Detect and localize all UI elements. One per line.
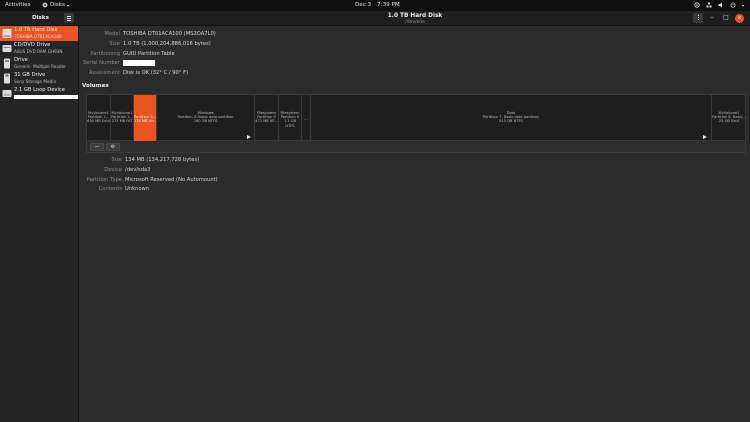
model-label: Model [104,31,120,37]
drive-name: 2.1 GB Loop Device [14,87,65,93]
partition-block[interactable]: Filesystem Partition 6 1.1 GB NTFS [279,95,302,142]
partition-size: 815 GB NTFS [499,119,523,124]
partition-size: ... [304,117,308,121]
disk-title: 1.0 TB Hard Disk [387,13,443,19]
drive-item-hard-disk[interactable]: 1.0 TB Hard Disk TOSHIBA DT01ACA100 [0,26,78,41]
partition-size: 160 GB NTFS [193,119,218,124]
partition-block[interactable]: MyVolume1 Partition 8: Basic... 23 GB Ex… [712,95,746,142]
sidebar-title: Disks [32,15,49,21]
disks-app-icon [42,2,48,8]
partition-device-label: Device [104,167,122,173]
serial-value [123,60,155,67]
hamburger-menu-button[interactable] [64,13,74,23]
partition-size: 1.1 GB NTFS [283,119,297,128]
time-label: 7:39 PM [377,2,400,8]
settings-indicator-icon[interactable] [694,2,700,8]
assessment-label: Assessment [88,70,120,76]
partition-settings-button[interactable]: ⚙ [106,143,120,151]
partition-size-label: Size [111,157,122,163]
partition-block[interactable]: Filesystem Partition 5 472 MB NT... [255,95,279,142]
chevron-down-icon[interactable]: ▾ [742,3,744,8]
partition-size: 630 MB Ext4 [87,119,110,124]
drive-item-loop[interactable]: 2.1 GB Loop Device [0,86,78,101]
partition-block[interactable]: ... [302,95,311,142]
drive-detail: Sony Storage Media [14,78,56,84]
usb-drive-icon [4,73,10,84]
volume-toolbar: — ⚙ [86,141,746,153]
drive-item-card-reader[interactable]: Drive Generic- Multiple Reader [0,56,78,71]
partition-size: 472 MB NT... [255,119,278,124]
chevron-down-icon: ▾ [66,2,69,8]
partition-block[interactable]: Data Partition 7: Basic data partition 8… [311,95,712,142]
size-label: Size [109,41,120,47]
disk-subtitle: /dev/sda [405,20,425,25]
app-menu[interactable]: Disks ▾ [42,2,69,8]
drive-item-optical[interactable]: CD/DVD Drive ASUS DVD RAM GH93N [0,41,78,56]
sidebar-header: Disks [0,11,79,26]
remove-partition-button[interactable]: — [90,143,104,151]
clock[interactable]: Dec 3 7:39 PM [355,2,400,8]
drive-name: 1.0 TB Hard Disk [14,27,58,33]
size-value: 1.0 TB (1,000,204,886,016 bytes) [123,41,211,47]
power-icon[interactable] [730,2,736,8]
partition-block[interactable]: MyVolume1 Partition 2... 273 MB FAT [111,95,134,142]
optical-drive-icon [2,45,12,52]
card-reader-icon [4,58,10,69]
model-value: TOSHIBA DT01ACA100 (MS2OA7L0) [123,31,216,37]
minimize-button[interactable]: – [707,13,717,23]
volumes-heading: Volumes [82,83,109,89]
drive-detail: Generic- Multiple Reader [14,63,66,69]
window-title: 1.0 TB Hard Disk /dev/sda [330,13,500,25]
partition-size: 134 MB Un... [134,119,157,124]
play-icon[interactable] [703,135,707,139]
partition-block[interactable]: MyVolume1 Partition 1... 630 MB Ext4 [87,95,111,142]
partition-device-value: /dev/sda3 [125,167,151,173]
drive-list: 1.0 TB Hard Disk TOSHIBA DT01ACA100 CD/D… [0,26,79,422]
partition-block[interactable]: Windows Partition 4: Basic data partitio… [157,95,255,142]
redacted-detail [14,94,78,99]
partition-contents-label: Contents [98,186,122,192]
loop-device-icon [2,90,12,97]
partition-size: 273 MB FAT [111,119,133,124]
serial-label: Serial Number [82,60,120,66]
drive-detail: TOSHIBA DT01ACA100 [14,33,62,39]
disk-menu-button[interactable] [693,13,703,23]
drive-item-usb[interactable]: 31 GB Drive Sony Storage Media [0,71,78,86]
drive-detail: ASUS DVD RAM GH93N [14,48,63,54]
date-label: Dec 3 [355,2,372,8]
app-menu-label: Disks [50,2,65,8]
partition-size-value: 134 MB (134,217,728 bytes) [125,157,200,163]
assessment-value: Disk is OK (32° C / 90° F) [123,70,189,76]
close-button[interactable]: × [735,13,744,23]
partition-type-label: Partition Type [86,177,122,183]
hard-disk-icon [2,29,12,38]
network-icon[interactable] [706,2,712,8]
disk-details-pane: Model TOSHIBA DT01ACA100 (MS2OA7L0) Size… [80,26,750,422]
system-tray[interactable]: ▾ [694,2,744,8]
header-bar: Disks 1.0 TB Hard Disk /dev/sda – □ × [0,11,750,26]
redacted-serial [123,60,155,66]
volume-map: MyVolume1 Partition 1... 630 MB Ext4 MyV… [86,94,746,142]
activities-button[interactable]: Activities [5,2,31,8]
window-controls: – □ × [693,13,744,23]
partition-block-selected[interactable]: Partition 3... 134 MB Un... [134,95,157,142]
partition-contents-value: Unknown [125,186,150,192]
partitioning-label: Partitioning [90,51,120,57]
top-bar: Activities Disks ▾ Dec 3 7:39 PM ▾ [0,0,750,11]
play-icon[interactable] [247,135,251,139]
volume-icon[interactable] [718,2,724,8]
partitioning-value: GUID Partition Table [123,51,175,57]
partition-size: 23 GB Ext4 [718,119,740,124]
maximize-button[interactable]: □ [721,13,731,23]
partition-type-value: Microsoft Reserved (No Automount) [125,177,218,183]
